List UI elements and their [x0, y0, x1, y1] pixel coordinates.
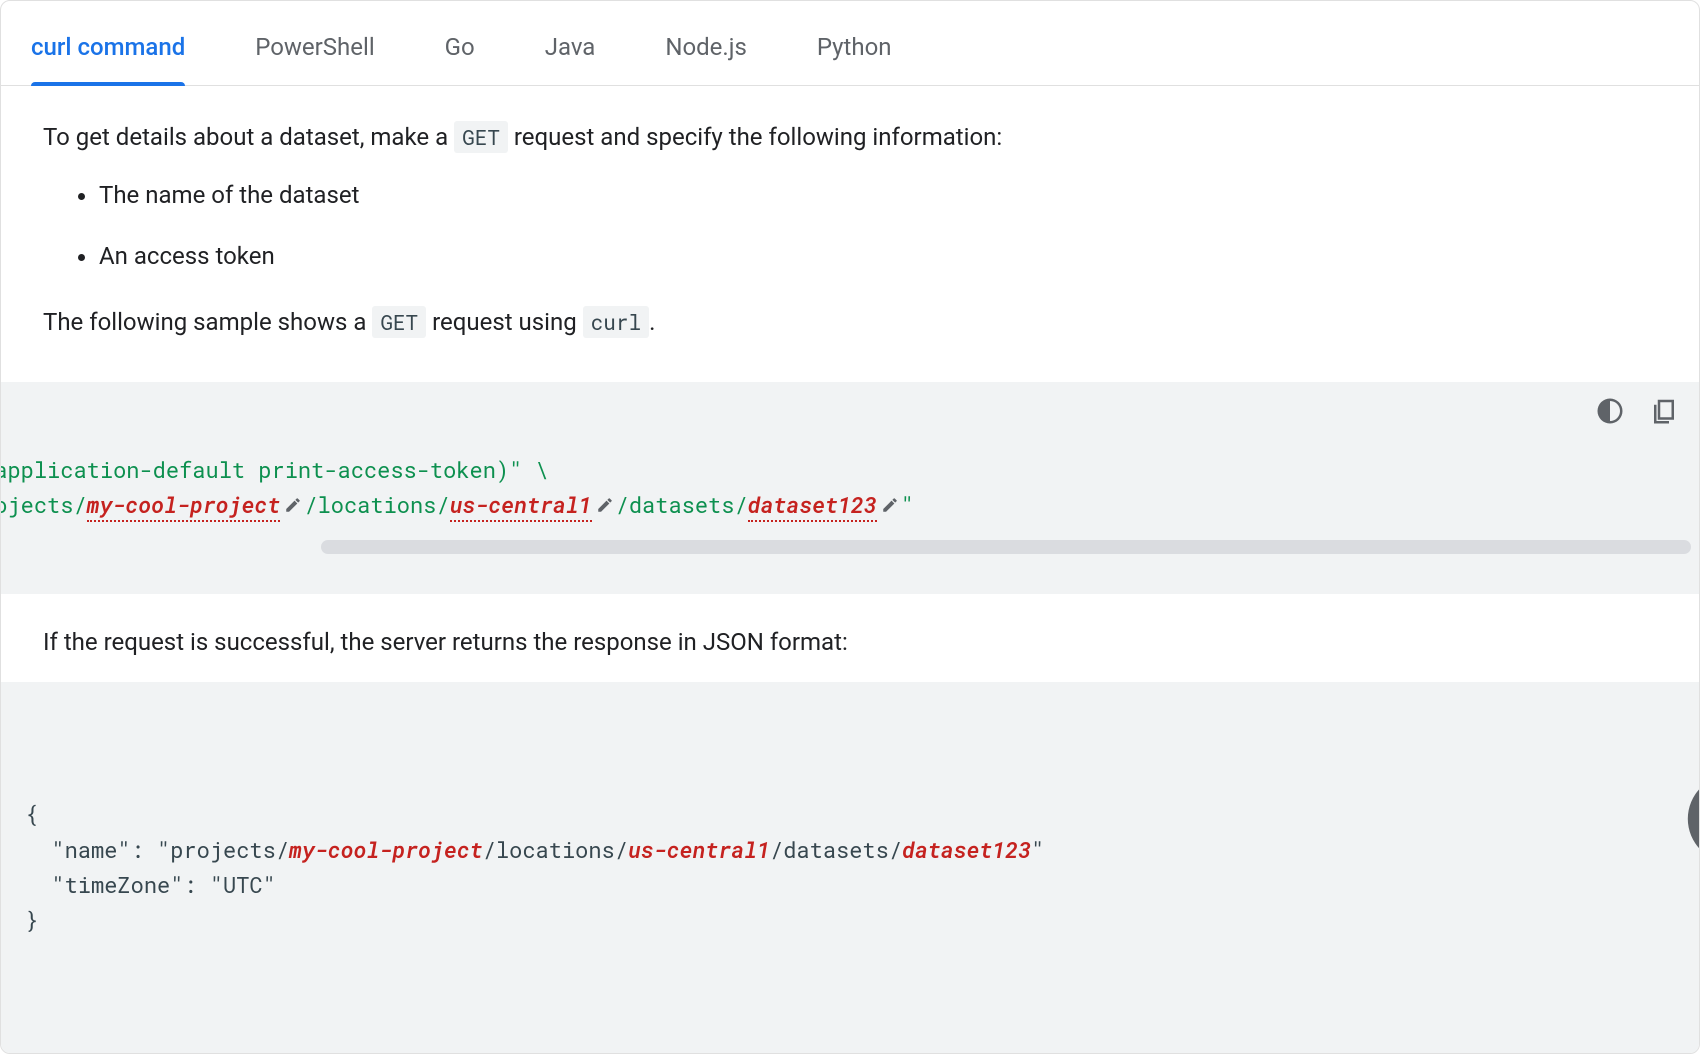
code-line: Bearer $(gcloud auth application-default… — [1, 452, 1403, 487]
editable-location[interactable]: us-central1 — [450, 490, 592, 522]
json-text: /locations/ — [483, 835, 628, 864]
list-item: The name of the dataset — [99, 176, 1657, 214]
intro-lead-b: request and specify the following inform… — [508, 123, 1002, 151]
list-item: An access token — [99, 237, 1657, 275]
code-text: /datasets/ — [616, 490, 748, 519]
theme-toggle-icon[interactable] — [1595, 396, 1625, 426]
inline-code-get: GET — [454, 121, 508, 153]
json-line: "timeZone": "UTC" — [25, 870, 276, 899]
pencil-icon[interactable] — [596, 487, 614, 522]
tab-python[interactable]: Python — [817, 5, 892, 85]
code-text: /locations/ — [304, 490, 449, 519]
code-text: .googleapis.com/v1/projects/ — [1, 490, 87, 519]
curl-code-block: Bearer $(gcloud auth application-default… — [1, 382, 1699, 594]
theme-toggle-icon[interactable] — [1573, 849, 1700, 913]
tab-powershell[interactable]: PowerShell — [255, 5, 374, 85]
pencil-icon[interactable] — [881, 487, 899, 522]
json-text: /datasets/ — [770, 835, 902, 864]
json-response-block: { "name": "projects/my-cool-project/loca… — [1, 682, 1699, 1053]
code-scroll[interactable]: Bearer $(gcloud auth application-default… — [1, 452, 1699, 526]
var-location: us-central1 — [628, 835, 770, 864]
language-tabs: curl command PowerShell Go Java Node.js … — [1, 1, 1699, 86]
intro-paragraph: To get details about a dataset, make a G… — [43, 118, 1657, 156]
json-text: "name": "projects/ — [25, 835, 289, 864]
sample-end: . — [649, 308, 655, 336]
var-project-id: my-cool-project — [289, 835, 483, 864]
response-intro: If the request is successful, the server… — [1, 594, 1699, 682]
json-line: "name": "projects/my-cool-project/locati… — [25, 835, 1044, 864]
code-text: " \ — [509, 455, 549, 484]
editable-dataset-id[interactable]: dataset123 — [748, 490, 877, 522]
json-actions — [1573, 696, 1679, 952]
code-actions — [1595, 396, 1679, 426]
intro-lead-a: To get details about a dataset, make a — [43, 123, 454, 151]
inline-code-curl: curl — [583, 306, 649, 338]
tab-curl[interactable]: curl command — [31, 5, 185, 85]
tab-nodejs[interactable]: Node.js — [665, 5, 747, 85]
json-line: { — [25, 799, 38, 828]
tab-java[interactable]: Java — [545, 5, 596, 85]
sample-a: The following sample shows a — [43, 308, 372, 336]
code-text: " — [901, 490, 914, 519]
sample-mid: request using — [426, 308, 583, 336]
intro-list: The name of the dataset An access token — [43, 176, 1657, 275]
json-line: } — [25, 905, 38, 934]
sample-paragraph: The following sample shows a GET request… — [43, 303, 1657, 341]
pencil-icon[interactable] — [284, 487, 302, 522]
json-text: " — [1031, 835, 1044, 864]
doc-card: curl command PowerShell Go Java Node.js … — [0, 0, 1700, 1054]
var-dataset-id: dataset123 — [902, 835, 1031, 864]
code-text: $(gcloud auth application-default print-… — [1, 455, 509, 484]
tab-go[interactable]: Go — [445, 5, 475, 85]
horizontal-scrollbar[interactable] — [321, 540, 1691, 554]
copy-icon[interactable] — [1649, 396, 1679, 426]
intro-section: To get details about a dataset, make a G… — [1, 86, 1699, 382]
editable-project-id[interactable]: my-cool-project — [87, 490, 281, 522]
code-line: .googleapis.com/v1/projects/my-cool-proj… — [1, 487, 1403, 522]
inline-code-get2: GET — [372, 306, 426, 338]
